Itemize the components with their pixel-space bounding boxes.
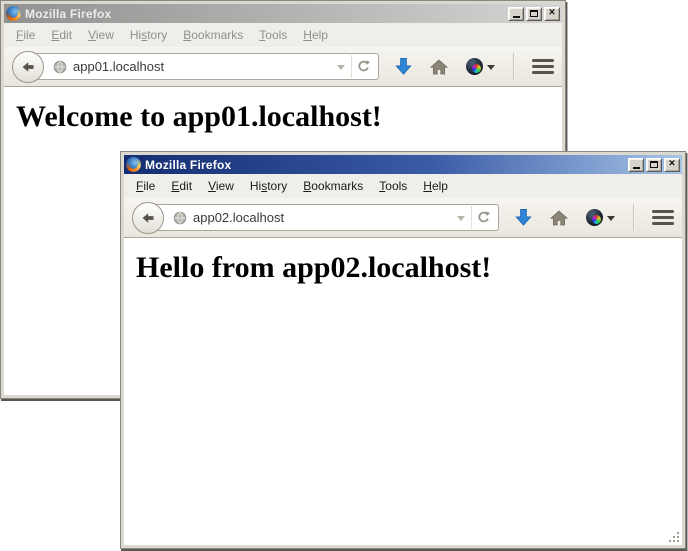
menu-item-view[interactable]: View: [200, 177, 242, 195]
navigation-toolbar: app01.localhost: [4, 47, 562, 87]
reload-button[interactable]: [351, 55, 374, 78]
navigation-toolbar: app02.localhost: [124, 198, 682, 238]
menu-item-tools[interactable]: Tools: [371, 177, 415, 195]
maximize-icon: [650, 161, 658, 168]
toolbar-separator: [513, 53, 514, 80]
minimize-icon: [633, 167, 640, 169]
urlbar-dropdown-icon[interactable]: [457, 216, 465, 225]
maximize-button[interactable]: [526, 7, 542, 21]
close-button[interactable]: ×: [664, 158, 680, 172]
reload-button[interactable]: [471, 206, 494, 229]
url-bar[interactable]: app01.localhost: [28, 53, 379, 80]
app-menu-button[interactable]: [652, 210, 674, 225]
close-button[interactable]: ×: [544, 7, 560, 21]
url-text[interactable]: app02.localhost: [193, 210, 453, 225]
minimize-icon: [513, 16, 520, 18]
menu-item-file[interactable]: File: [8, 26, 43, 44]
resize-grip[interactable]: [668, 531, 681, 544]
urlbar-dropdown-icon[interactable]: [337, 65, 345, 74]
window-title: Mozilla Firefox: [25, 7, 111, 21]
menu-item-tools[interactable]: Tools: [251, 26, 295, 44]
site-identity-globe-icon[interactable]: [173, 211, 187, 225]
window-controls: ×: [628, 158, 680, 172]
titlebar[interactable]: Mozilla Firefox ×: [124, 155, 682, 174]
titlebar[interactable]: Mozilla Firefox ×: [4, 4, 562, 23]
menu-item-file[interactable]: File: [128, 177, 163, 195]
menu-item-bookmarks[interactable]: Bookmarks: [295, 177, 371, 195]
url-bar[interactable]: app02.localhost: [148, 204, 499, 231]
back-arrow-icon: [140, 210, 156, 226]
toolbar-icons: [515, 204, 674, 231]
page-content-app02: Hello from app02.localhost!: [124, 238, 682, 545]
browser-window-app02: Mozilla Firefox × File Edit View History…: [120, 151, 686, 549]
extension-button[interactable]: [586, 209, 615, 226]
window-title: Mozilla Firefox: [145, 158, 231, 172]
toolbar-icons: [395, 53, 554, 80]
firefox-icon[interactable]: [6, 6, 21, 21]
url-text[interactable]: app01.localhost: [73, 59, 333, 74]
page-heading: Welcome to app01.localhost!: [4, 100, 562, 134]
downloads-button[interactable]: [395, 57, 412, 76]
menu-bar: File Edit View History Bookmarks Tools H…: [124, 174, 682, 198]
firefox-icon[interactable]: [126, 157, 141, 172]
reload-icon: [476, 210, 491, 225]
menu-item-bookmarks[interactable]: Bookmarks: [175, 26, 251, 44]
minimize-button[interactable]: [508, 7, 524, 21]
downloads-button[interactable]: [515, 208, 532, 227]
extension-button[interactable]: [466, 58, 495, 75]
window-controls: ×: [508, 7, 560, 21]
close-icon: ×: [669, 159, 675, 170]
menu-item-view[interactable]: View: [80, 26, 122, 44]
maximize-button[interactable]: [646, 158, 662, 172]
menu-item-edit[interactable]: Edit: [43, 26, 80, 44]
menu-item-edit[interactable]: Edit: [163, 177, 200, 195]
color-wheel-icon: [586, 209, 603, 226]
color-wheel-icon: [466, 58, 483, 75]
extension-caret-icon: [607, 216, 615, 225]
menu-bar: File Edit View History Bookmarks Tools H…: [4, 23, 562, 47]
toolbar-separator: [633, 204, 634, 231]
site-identity-globe-icon[interactable]: [53, 60, 67, 74]
menu-item-history[interactable]: History: [242, 177, 295, 195]
app-menu-button[interactable]: [532, 59, 554, 74]
back-button[interactable]: [12, 51, 44, 83]
back-button[interactable]: [132, 202, 164, 234]
menu-item-help[interactable]: Help: [415, 177, 456, 195]
page-heading: Hello from app02.localhost!: [124, 251, 682, 285]
close-icon: ×: [549, 8, 555, 19]
reload-icon: [356, 59, 371, 74]
home-button[interactable]: [430, 59, 448, 75]
maximize-icon: [530, 10, 538, 17]
back-arrow-icon: [20, 59, 36, 75]
menu-item-help[interactable]: Help: [295, 26, 336, 44]
home-button[interactable]: [550, 210, 568, 226]
menu-item-history[interactable]: History: [122, 26, 175, 44]
minimize-button[interactable]: [628, 158, 644, 172]
extension-caret-icon: [487, 65, 495, 74]
